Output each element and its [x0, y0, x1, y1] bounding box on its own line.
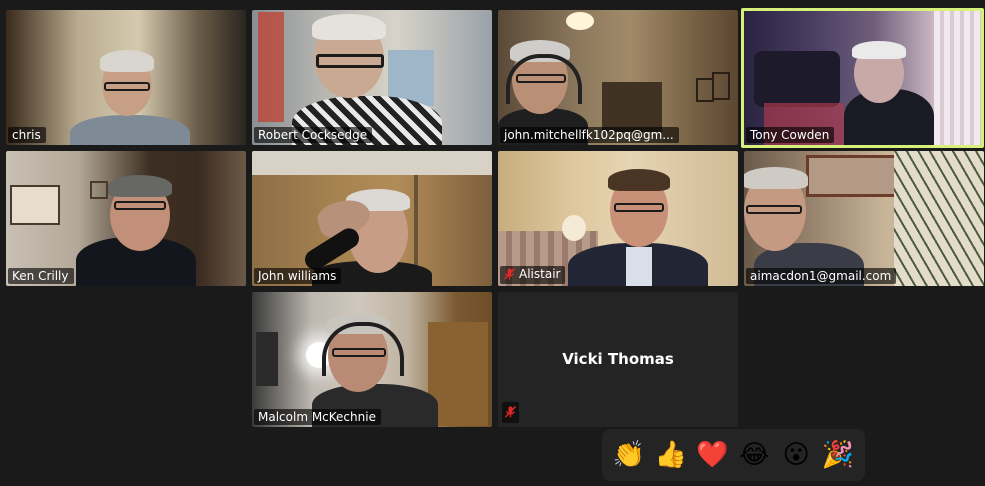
video-feed	[252, 292, 492, 427]
clap-icon[interactable]: 👏	[611, 437, 647, 473]
participant-name: aimacdon1@gmail.com	[746, 268, 897, 284]
participant-tile-malcolm-mckechnie[interactable]: Malcolm McKechnie	[252, 292, 492, 427]
participant-tile-vicki-thomas-video-off[interactable]: Vicki Thomas	[498, 292, 738, 427]
joy-icon[interactable]: 😂	[736, 437, 772, 473]
thumbs-up-icon[interactable]: 👍	[653, 437, 689, 473]
participant-tile-chris[interactable]: chris	[6, 10, 246, 145]
heart-icon[interactable]: ❤️	[695, 437, 731, 473]
video-feed	[498, 10, 738, 145]
video-feed	[744, 11, 981, 145]
participant-tile-tony-cowden-active-speaker[interactable]: Tony Cowden	[741, 8, 984, 148]
participant-name: john.mitchellfk102pq@gm...	[500, 127, 679, 143]
participant-name-text: Alistair	[519, 267, 561, 281]
reactions-bar: 👏 👍 ❤️ 😂 😮 🎉	[602, 429, 865, 481]
participant-tile-john-mitchell[interactable]: john.mitchellfk102pq@gm...	[498, 10, 738, 145]
video-feed	[6, 151, 246, 286]
participant-name: Alistair	[500, 266, 566, 284]
participant-name: Robert Cocksedge	[254, 127, 373, 143]
muted-mic-icon	[502, 402, 519, 423]
participant-tile-alistair[interactable]: Alistair	[498, 151, 738, 286]
participant-tile-ken-crilly[interactable]: Ken Crilly	[6, 151, 246, 286]
participant-name: Malcolm McKechnie	[254, 409, 381, 425]
surprised-icon[interactable]: 😮	[778, 437, 814, 473]
participant-name: Tony Cowden	[746, 127, 835, 143]
participant-tile-john-williams[interactable]: John williams	[252, 151, 492, 286]
participant-tile-robert-cocksedge[interactable]: Robert Cocksedge	[252, 10, 492, 145]
participant-name: chris	[8, 127, 46, 143]
participant-name: John williams	[254, 268, 342, 284]
video-feed	[744, 151, 984, 286]
participant-tile-aimacdon1[interactable]: aimacdon1@gmail.com	[744, 151, 984, 286]
video-feed	[252, 151, 492, 286]
participant-display-name: Vicki Thomas	[562, 350, 674, 368]
video-feed	[6, 10, 246, 145]
zoom-gallery-view: chris Robert Cocksedge john.mitchellfk10…	[0, 0, 985, 486]
video-feed	[252, 10, 492, 145]
muted-mic-icon	[503, 268, 516, 284]
participant-name: Ken Crilly	[8, 268, 74, 284]
party-icon[interactable]: 🎉	[820, 437, 856, 473]
